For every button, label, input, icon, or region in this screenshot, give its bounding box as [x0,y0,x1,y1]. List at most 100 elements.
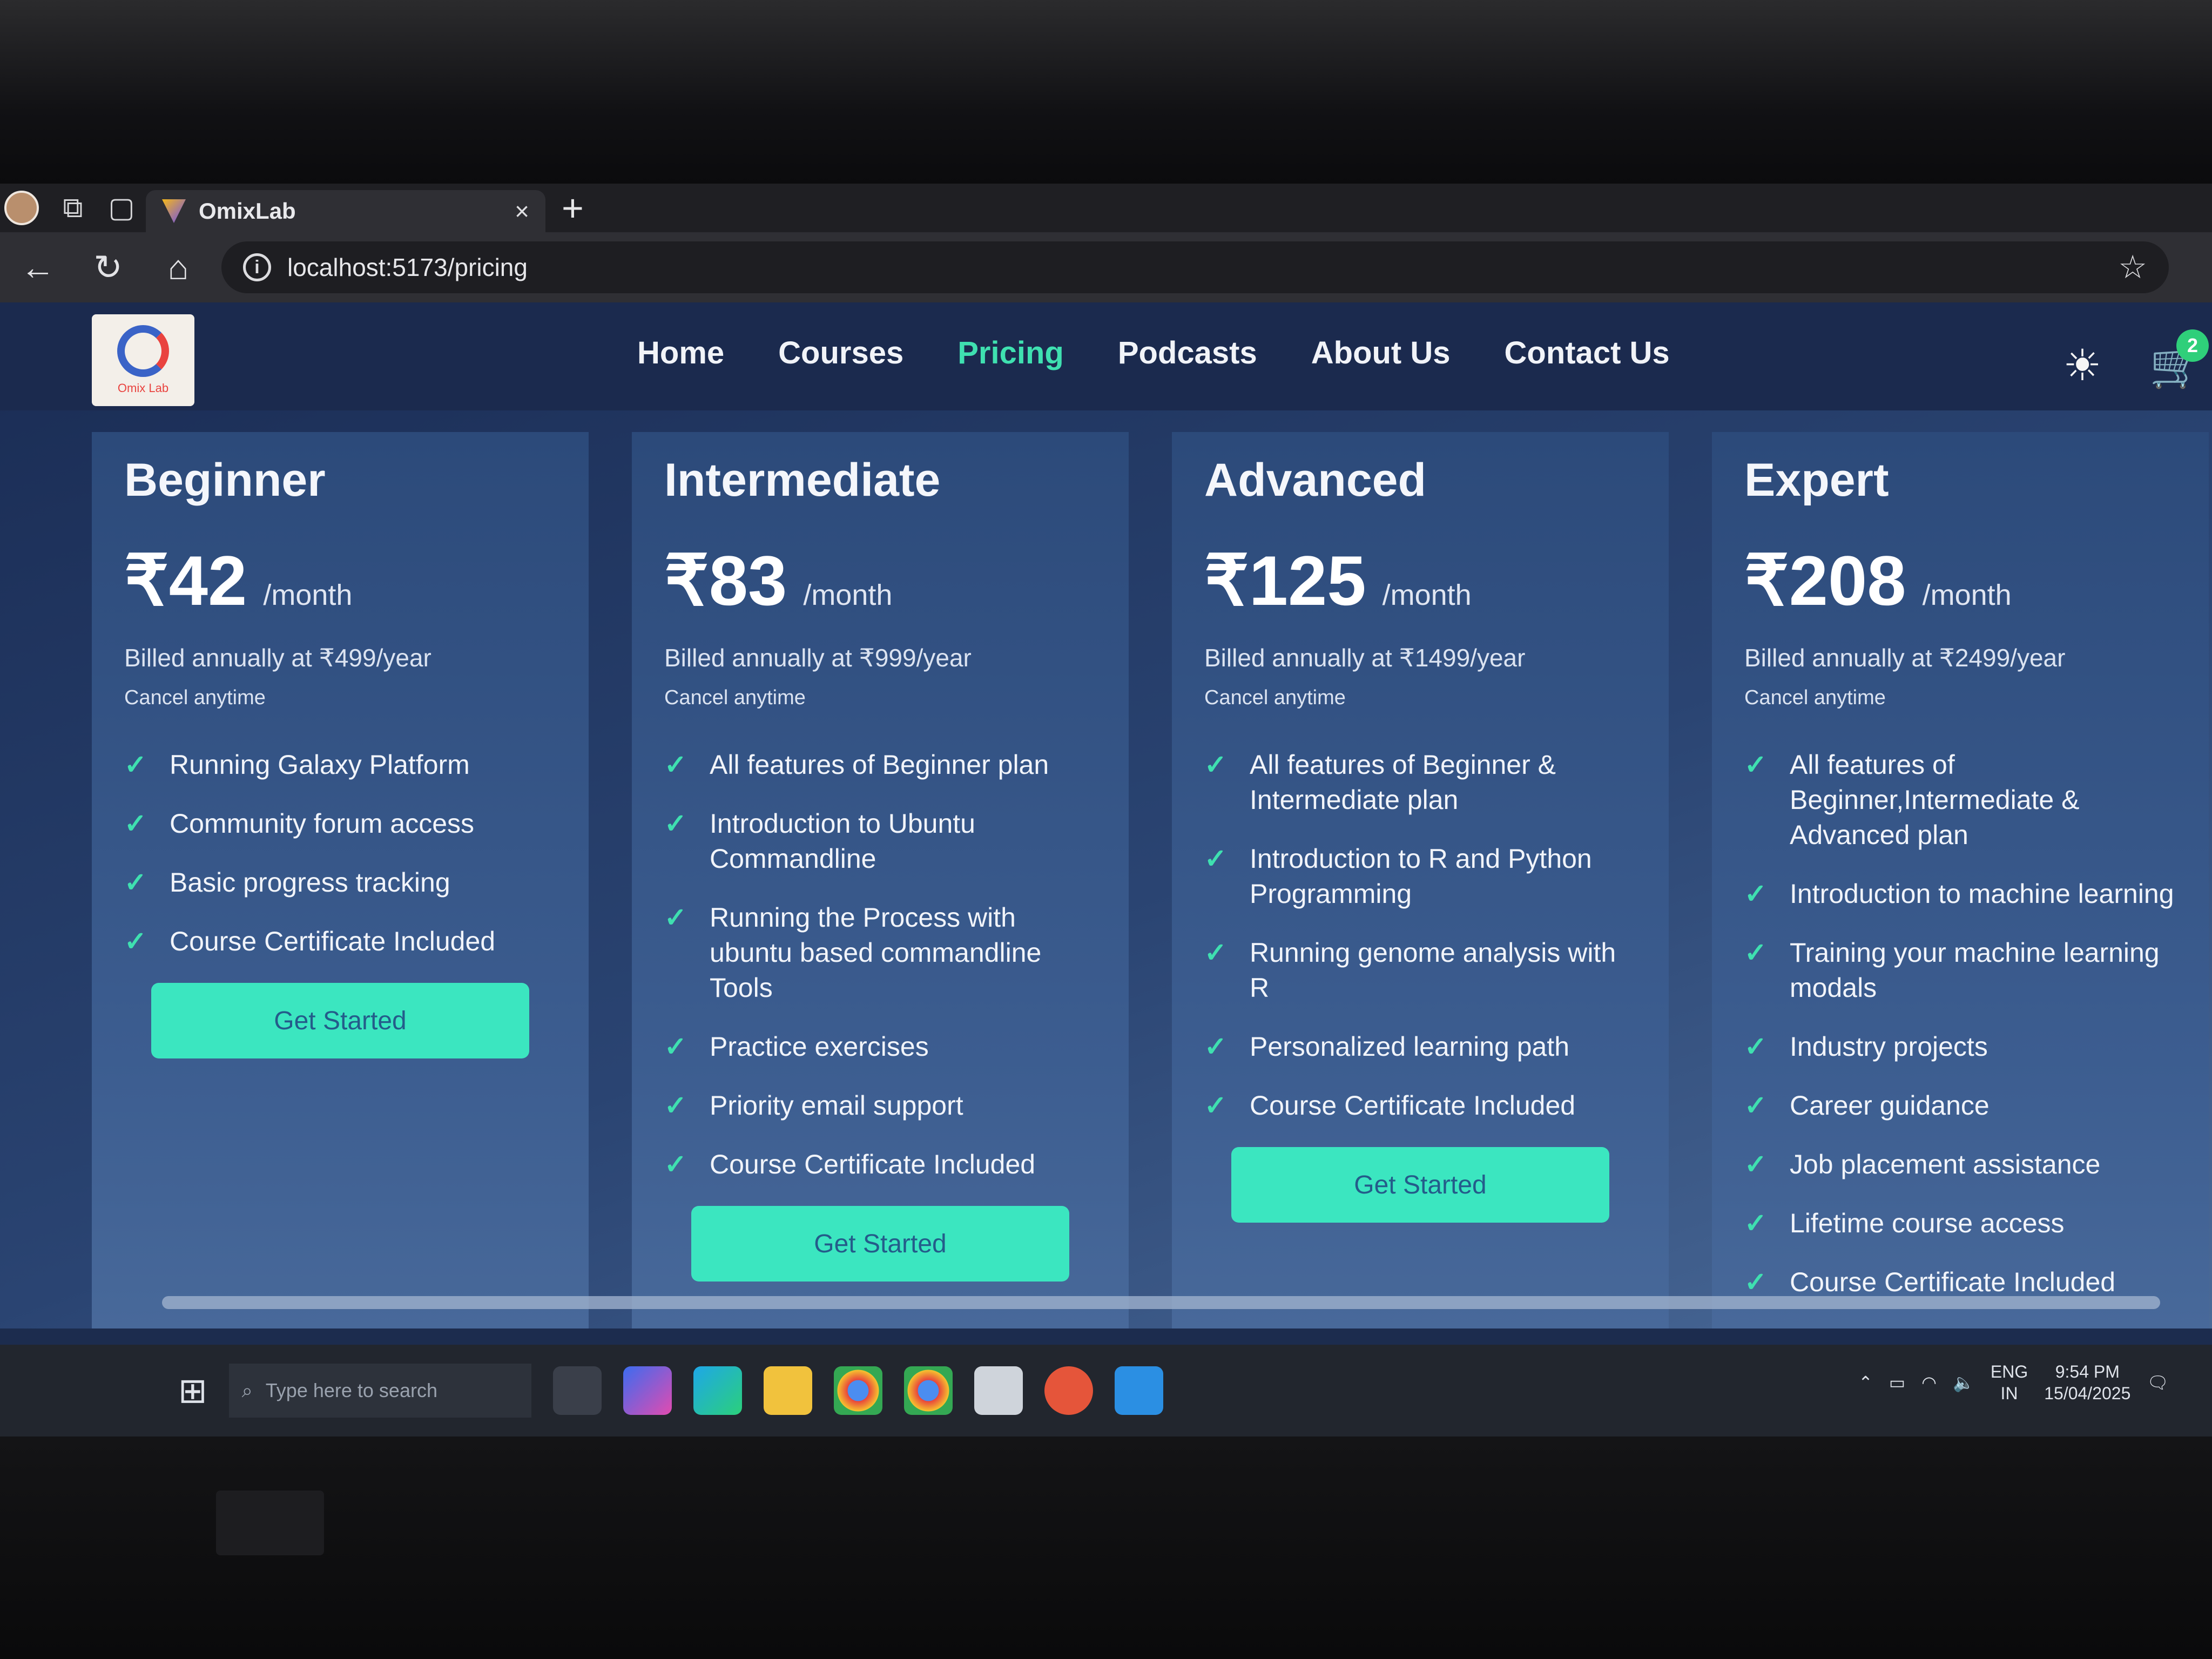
check-icon: ✓ [664,902,687,933]
plan-card-advanced: Advanced ₹125 /month Billed annually at … [1172,432,1669,1328]
profile-avatar[interactable] [4,191,39,225]
feature-text: Practice exercises [710,1031,929,1062]
office-icon[interactable] [1044,1366,1093,1415]
price-amount: ₹125 [1204,541,1366,620]
nav-contact-us[interactable]: Contact Us [1505,335,1670,371]
site-info-icon[interactable]: i [243,253,271,281]
language-indicator[interactable]: ENG IN [1991,1361,2028,1404]
check-icon: ✓ [1744,1267,1767,1297]
horizontal-scrollbar[interactable] [162,1296,2160,1309]
chrome-icon[interactable] [833,1366,882,1415]
pricing-page: Omix Lab Home Courses Pricing Podcasts A… [0,302,2212,1328]
laptop-bezel-bottom [0,1437,2212,1659]
tab-title: OmixLab [199,198,296,224]
browser-toolbar: ← ↻ ⌂ i localhost:5173/pricing ☆ [0,232,2212,302]
check-icon: ✓ [1744,1208,1767,1238]
feature-list: ✓ Running Galaxy Platform ✓ Community foru… [124,747,556,959]
windows-start-icon[interactable]: ⊞ [178,1371,207,1411]
check-icon: ✓ [1744,750,1767,780]
get-started-button-beginner[interactable]: Get Started [151,983,529,1058]
chevron-up-icon[interactable]: ⌃ [1858,1372,1873,1393]
nav-home[interactable]: Home [637,335,724,371]
check-icon: ✓ [124,750,147,780]
feature-item: ✓ Personalized learning path [1204,1029,1636,1064]
file-explorer-icon[interactable] [763,1366,812,1415]
taskbar-search[interactable]: ⌕ Type here to search [228,1364,531,1418]
feature-text: Course Certificate Included [710,1149,1036,1179]
volume-icon[interactable]: 🔈 [1953,1372,1974,1393]
billing-note: Billed annually at ₹2499/year [1744,644,2066,672]
copilot-icon[interactable] [623,1366,672,1415]
browser-tab-bar: ⧉ ▢ OmixLab × + [0,184,2212,232]
star-icon[interactable]: ☆ [2118,248,2147,286]
feature-item: ✓ Course Certificate Included [124,924,556,959]
region-code: IN [2000,1384,2018,1403]
home-icon[interactable]: ⌂ [151,240,205,294]
get-started-button-advanced[interactable]: Get Started [1231,1147,1609,1223]
price-period: /month [803,579,893,611]
check-icon: ✓ [1204,1090,1227,1121]
task-view-icon[interactable] [552,1366,602,1415]
cancel-note: Cancel anytime [1204,686,1346,709]
feature-item: ✓ All features of Beginner,Intermediate &… [1744,747,2176,853]
check-icon: ✓ [1744,1031,1767,1062]
feature-item: ✓ Lifetime course access [1744,1206,2176,1241]
wifi-icon[interactable]: ◠ [1921,1372,1937,1393]
chrome-profile-icon[interactable] [903,1366,953,1415]
cancel-note: Cancel anytime [664,686,806,709]
check-icon: ✓ [1744,1090,1767,1121]
feature-text: Career guidance [1790,1090,1990,1121]
site-logo[interactable]: Omix Lab [92,314,194,406]
new-tab-button[interactable]: + [562,186,584,230]
laptop-bezel-top [0,0,2212,184]
battery-icon[interactable]: ▭ [1889,1372,1905,1393]
get-started-button-intermediate[interactable]: Get Started [691,1206,1069,1282]
check-icon: ✓ [664,1149,687,1179]
nav-podcasts[interactable]: Podcasts [1118,335,1257,371]
feature-item: ✓ Running genome analysis with R [1204,935,1636,1006]
feature-text: Course Certificate Included [1790,1267,2116,1297]
browser-tab[interactable]: OmixLab × [146,190,545,232]
workspaces-icon[interactable]: ⧉ [49,184,97,232]
feature-item: ✓ Running the Process with ubuntu based c… [664,900,1096,1006]
laptop-screen: ⧉ ▢ OmixLab × + ← ↻ ⌂ i localhost:5173/p… [0,184,2212,1437]
feature-item: ✓ Industry projects [1744,1029,2176,1064]
plan-name: Beginner [124,454,326,506]
check-icon: ✓ [1744,938,1767,968]
check-icon: ✓ [124,808,147,839]
store-icon[interactable] [974,1366,1023,1415]
lang-code: ENG [1990,1362,2028,1381]
clock-time: 9:54 PM [2055,1362,2120,1381]
main-nav: Home Courses Pricing Podcasts About Us C… [637,335,1670,371]
windows-taskbar: ⊞ ⌕ Type here to search ⌃ ▭ ◠ 🔈 ENG IN 9… [0,1345,2212,1437]
clock[interactable]: 9:54 PM 15/04/2025 [2044,1361,2130,1404]
feature-text: Training your machine learning modals [1790,938,2160,1003]
reload-icon[interactable]: ↻ [81,240,135,294]
nav-pricing[interactable]: Pricing [957,335,1064,371]
check-icon: ✓ [124,867,147,898]
tab-actions-icon[interactable]: ▢ [97,184,146,232]
back-arrow-icon[interactable]: ← [11,240,65,294]
omixlab-favicon-icon [162,199,186,223]
url-text[interactable]: localhost:5173/pricing [287,253,2102,282]
plan-name: Advanced [1204,454,1427,506]
vscode-icon[interactable] [1114,1366,1163,1415]
site-header: Omix Lab Home Courses Pricing Podcasts A… [0,302,2212,410]
nav-about-us[interactable]: About Us [1311,335,1451,371]
check-icon: ✓ [1204,1031,1227,1062]
sun-icon[interactable]: ☀ [2063,340,2102,390]
check-icon: ✓ [1744,879,1767,909]
nav-courses[interactable]: Courses [778,335,903,371]
notifications-icon[interactable]: 🗨 [2147,1372,2169,1393]
address-bar[interactable]: i localhost:5173/pricing ☆ [221,241,2169,293]
taskbar-search-placeholder: Type here to search [265,1379,437,1401]
feature-text: All features of Beginner plan [710,750,1049,780]
feature-text: Community forum access [170,808,475,839]
check-icon: ✓ [1744,1149,1767,1179]
edge-icon[interactable] [693,1366,742,1415]
close-tab-icon[interactable]: × [515,197,529,226]
price-period: /month [263,579,353,611]
feature-item: ✓ Introduction to machine learning [1744,876,2176,912]
feature-text: Basic progress tracking [170,867,450,898]
check-icon: ✓ [1204,844,1227,874]
